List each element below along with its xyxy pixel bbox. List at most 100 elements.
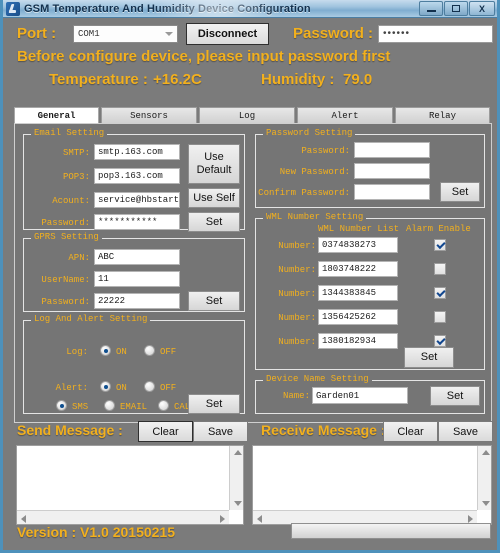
pw-new-input[interactable]	[354, 163, 430, 179]
wml-number-input-2[interactable]: 1803748222	[318, 261, 398, 277]
alert-on-label: ON	[116, 383, 127, 393]
port-label: Port :	[17, 25, 57, 42]
pop3-label: POP3:	[62, 172, 90, 182]
wml-number-input-4[interactable]: 1356425262	[318, 309, 398, 325]
receive-message-hscrollbar[interactable]	[253, 510, 477, 524]
wml-alarm-checkbox-4[interactable]	[434, 311, 446, 323]
email-setting-group: Email Setting SMTP: smtp.163.com POP3: p…	[23, 128, 245, 232]
wml-number-input-5[interactable]: 1380182934	[318, 333, 398, 349]
tab-relay[interactable]: Relay	[395, 107, 490, 124]
alert-email-radio[interactable]	[104, 400, 115, 411]
send-clear-button[interactable]: Clear	[138, 421, 193, 442]
pop3-input[interactable]: pop3.163.com	[94, 168, 180, 184]
wml-number-list-header: WML Number List	[318, 224, 400, 234]
connection-bar: Port : COM1 Disconnect Password : ••••••	[3, 22, 500, 48]
log-label: Log:	[66, 347, 88, 357]
scroll-right-icon	[468, 515, 473, 523]
alert-sms-radio[interactable]	[56, 400, 67, 411]
email-password-input[interactable]: ***********	[94, 214, 180, 230]
wml-row-label-1: Number:	[278, 241, 316, 251]
gprs-setting-legend: GPRS Setting	[31, 232, 102, 242]
device-name-label: Name:	[282, 391, 310, 401]
wml-row-label-3: Number:	[278, 289, 316, 299]
pw-current-label: Password:	[301, 146, 350, 156]
apn-input[interactable]: ABC	[94, 249, 180, 265]
gprs-set-button[interactable]: Set	[188, 291, 240, 311]
receive-save-button[interactable]: Save	[438, 421, 493, 442]
alert-off-label: OFF	[160, 383, 177, 393]
window-controls: X	[419, 1, 495, 16]
receive-message-vscrollbar[interactable]	[477, 446, 491, 510]
alert-on-radio[interactable]	[100, 381, 111, 392]
wml-row-label-4: Number:	[278, 313, 316, 323]
use-default-button[interactable]: Use Default	[188, 144, 240, 184]
gprs-username-input[interactable]: 11	[94, 271, 180, 287]
send-message-hscrollbar[interactable]	[17, 510, 229, 524]
wml-alarm-checkbox-3[interactable]	[434, 287, 446, 299]
wml-row-label-5: Number:	[278, 337, 316, 347]
email-set-button[interactable]: Set	[188, 212, 240, 232]
send-save-button[interactable]: Save	[193, 421, 248, 442]
gprs-password-label: Password:	[41, 297, 90, 307]
log-on-radio[interactable]	[100, 345, 111, 356]
version-label: Version : V1.0 20150215	[17, 524, 175, 540]
wml-set-button[interactable]: Set	[404, 347, 454, 368]
wml-alarm-checkbox-1[interactable]	[434, 239, 446, 251]
scroll-up-icon	[482, 450, 490, 455]
smtp-input[interactable]: smtp.163.com	[94, 144, 180, 160]
connection-password-input[interactable]: ••••••	[378, 25, 493, 43]
progress-bar	[291, 523, 491, 539]
log-on-label: ON	[116, 347, 127, 357]
scroll-down-icon	[234, 501, 242, 506]
scroll-left-icon	[257, 515, 262, 523]
tab-log[interactable]: Log	[199, 107, 295, 124]
app-window: GSM Temperature And Humidity Device Conf…	[0, 0, 500, 553]
pw-confirm-label: Confirm Password:	[258, 188, 350, 198]
gprs-username-label: UserName:	[41, 275, 90, 285]
account-label: Acount:	[52, 196, 90, 206]
receive-clear-button[interactable]: Clear	[383, 421, 438, 442]
close-button[interactable]: X	[469, 1, 495, 16]
log-alert-set-button[interactable]: Set	[188, 394, 240, 414]
log-off-radio[interactable]	[144, 345, 155, 356]
minimize-button[interactable]	[419, 1, 443, 16]
title-bar: GSM Temperature And Humidity Device Conf…	[3, 0, 497, 18]
wml-alarm-checkbox-5[interactable]	[434, 335, 446, 347]
email-password-label: Password:	[41, 218, 90, 228]
alert-call-radio[interactable]	[158, 400, 169, 411]
device-name-set-button[interactable]: Set	[430, 386, 480, 406]
account-input[interactable]: service@hbstart.c	[94, 192, 180, 208]
tab-alert[interactable]: Alert	[297, 107, 393, 124]
pw-confirm-input[interactable]	[354, 184, 430, 200]
pw-current-input[interactable]	[354, 142, 430, 158]
scroll-right-icon	[220, 515, 225, 523]
tab-sensors[interactable]: Sensors	[101, 107, 197, 124]
alert-off-radio[interactable]	[144, 381, 155, 392]
tab-general[interactable]: General	[14, 107, 99, 124]
client-area: Port : COM1 Disconnect Password : ••••••…	[3, 18, 497, 550]
receive-message-textarea[interactable]	[252, 445, 492, 525]
send-message-textarea[interactable]	[16, 445, 244, 525]
disconnect-button[interactable]: Disconnect	[186, 23, 269, 45]
port-select[interactable]: COM1	[73, 25, 178, 43]
password-set-button[interactable]: Set	[440, 182, 480, 202]
wml-number-input-1[interactable]: 0374838273	[318, 237, 398, 253]
temperature-value: +16.2C	[153, 71, 202, 88]
device-name-input[interactable]: Garden01	[312, 387, 408, 404]
log-off-label: OFF	[160, 347, 177, 357]
wml-number-input-3[interactable]: 1344383845	[318, 285, 398, 301]
minimize-icon	[426, 9, 436, 12]
maximize-icon	[452, 5, 460, 12]
send-message-vscrollbar[interactable]	[229, 446, 243, 510]
port-select-value: COM1	[78, 29, 100, 39]
temperature-label: Temperature :	[49, 71, 148, 88]
gprs-password-input[interactable]: 22222	[94, 293, 180, 309]
device-name-setting-legend: Device Name Setting	[263, 374, 372, 384]
use-self-button[interactable]: Use Self	[188, 188, 240, 208]
email-setting-legend: Email Setting	[31, 128, 108, 138]
password-setting-group: Password Setting Password: New Password:…	[255, 128, 485, 208]
wml-alarm-checkbox-2[interactable]	[434, 263, 446, 275]
gprs-setting-group: GPRS Setting APN: ABC UserName: 11 Passw…	[23, 232, 245, 312]
window-title: GSM Temperature And Humidity Device Conf…	[24, 2, 311, 15]
maximize-button[interactable]	[444, 1, 468, 16]
